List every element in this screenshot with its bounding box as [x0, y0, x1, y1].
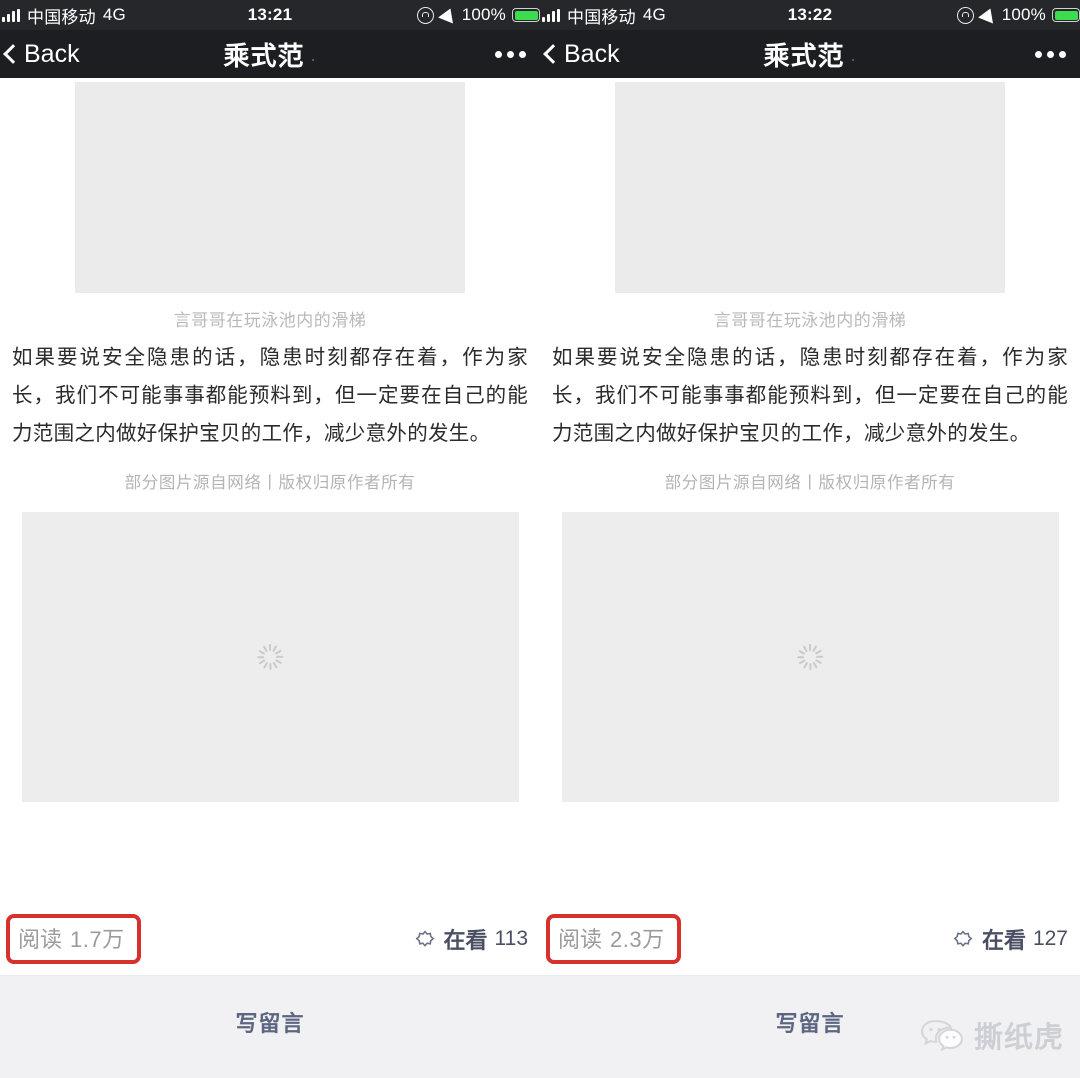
wow-flower-icon — [953, 930, 973, 947]
carrier-label: 中国移动 — [27, 7, 96, 27]
read-count-label: 阅读 — [18, 927, 63, 952]
article-paragraph: 如果要说安全隐患的话，隐患时刻都存在着，作为家长，我们不可能事事都能预料到，但一… — [12, 346, 528, 445]
read-count-highlight: 阅读 2.3万 — [546, 914, 681, 964]
network-type-label: 4G — [642, 5, 666, 24]
article-image-top — [615, 82, 1005, 293]
wow-count-value: 113 — [494, 927, 528, 950]
nav-bar: Back 乘式范. — [540, 30, 1080, 78]
location-arrow-icon — [977, 4, 998, 24]
status-bar-left: 中国移动 4G — [0, 3, 126, 28]
article-stats-row: 阅读 2.3万 在看 127 — [540, 913, 1080, 965]
article-paragraph: 如果要说安全隐患的话，隐患时刻都存在着，作为家长，我们不可能事事都能预料到，但一… — [552, 346, 1068, 445]
wechat-bubbles-icon — [920, 1019, 963, 1052]
more-options-button[interactable] — [1035, 50, 1066, 58]
article-image-loading — [21, 512, 519, 802]
status-bar-left: 中国移动 4G — [540, 3, 666, 28]
page-title-tail: . — [310, 44, 317, 65]
signal-bars-icon — [2, 8, 20, 22]
rotation-lock-icon — [416, 6, 434, 24]
network-type-label: 4G — [102, 5, 126, 24]
battery-percent-label: 100% — [461, 5, 506, 24]
article-image-loading — [561, 512, 1059, 802]
page-title-tail: . — [850, 44, 857, 65]
status-bar: 中国移动 4G 13:21 100% — [0, 0, 540, 30]
watermark: 撕纸虎 — [920, 1014, 1064, 1056]
wow-count-label: 在看 — [443, 928, 488, 953]
page-title: 乘式范. — [540, 36, 1080, 73]
wow-count-label: 在看 — [981, 928, 1026, 953]
read-count-value: 2.3万 — [610, 927, 665, 952]
article-image-caption: 言哥哥在玩泳池内的滑梯 — [713, 311, 907, 330]
nav-bar: Back 乘式范. — [0, 30, 540, 78]
screenshot-root: 中国移动 4G 13:21 100% Back 乘式范. 言哥哥在玩泳池内的滑梯… — [0, 0, 1080, 1078]
comment-bar: 写留言 — [0, 975, 540, 1078]
phone-capture-right: 中国移动 4G 13:22 100% Back 乘式范. 言哥哥在玩泳池内的滑梯… — [540, 0, 1080, 1078]
signal-bars-icon — [542, 8, 560, 22]
page-title-text: 乘式范 — [763, 40, 845, 71]
write-comment-button[interactable]: 写留言 — [0, 1006, 540, 1038]
wow-flower-icon — [415, 930, 434, 947]
more-options-button[interactable] — [495, 50, 526, 58]
article-body: 言哥哥在玩泳池内的滑梯 如果要说安全隐患的话，隐患时刻都存在着，作为家长，我们不… — [540, 78, 1080, 975]
battery-icon — [512, 8, 540, 22]
wow-count-button[interactable]: 在看 127 — [951, 923, 1072, 955]
article-image-caption: 言哥哥在玩泳池内的滑梯 — [173, 311, 367, 330]
article-source-note: 部分图片源自网络丨版权归原作者所有 — [664, 474, 956, 492]
article-image-top — [75, 82, 465, 293]
comparison-panes: 中国移动 4G 13:21 100% Back 乘式范. 言哥哥在玩泳池内的滑梯… — [0, 0, 1080, 1078]
loading-spinner-icon — [797, 644, 824, 670]
article-source-note: 部分图片源自网络丨版权归原作者所有 — [124, 474, 416, 492]
battery-icon — [1052, 8, 1080, 22]
read-count-value: 1.7万 — [70, 927, 125, 952]
wow-count-button[interactable]: 在看 113 — [413, 923, 533, 955]
wow-count-value: 127 — [1032, 927, 1068, 950]
read-count-highlight: 阅读 1.7万 — [6, 914, 141, 964]
rotation-lock-icon — [956, 6, 974, 24]
page-title: 乘式范. — [0, 36, 540, 73]
article-stats-row: 阅读 1.7万 在看 113 — [0, 913, 540, 965]
phone-capture-left: 中国移动 4G 13:21 100% Back 乘式范. 言哥哥在玩泳池内的滑梯… — [0, 0, 540, 1078]
status-bar-right: 100% — [416, 4, 540, 25]
status-bar: 中国移动 4G 13:22 100% — [540, 0, 1080, 30]
watermark-label: 撕纸虎 — [973, 1020, 1064, 1054]
carrier-label: 中国移动 — [567, 7, 636, 27]
battery-percent-label: 100% — [1001, 5, 1046, 24]
read-count-label: 阅读 — [558, 927, 603, 952]
loading-spinner-icon — [257, 644, 284, 670]
page-title-text: 乘式范 — [223, 40, 305, 71]
article-body: 言哥哥在玩泳池内的滑梯 如果要说安全隐患的话，隐患时刻都存在着，作为家长，我们不… — [0, 78, 540, 975]
status-bar-right: 100% — [956, 4, 1080, 25]
location-arrow-icon — [437, 4, 458, 24]
